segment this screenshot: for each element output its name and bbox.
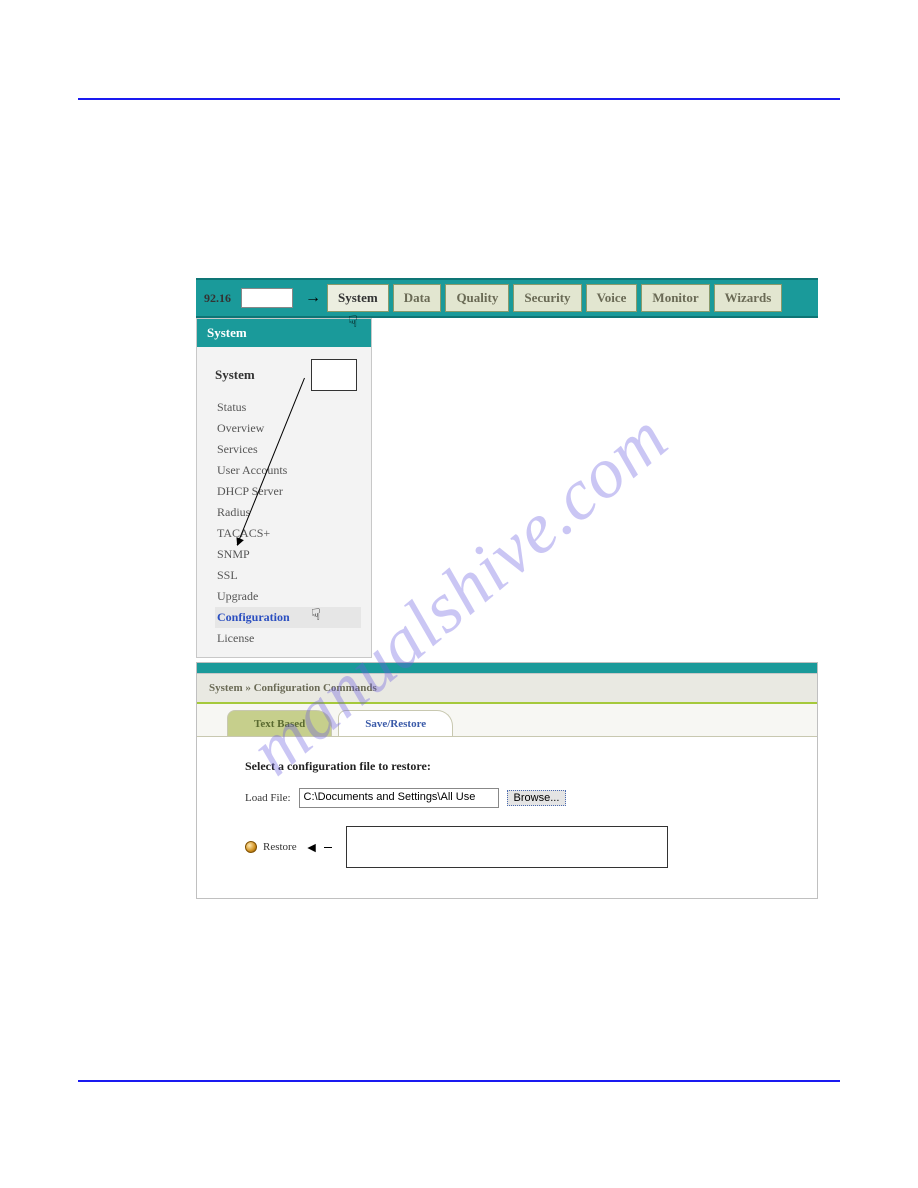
sidebar-item-user-accounts[interactable]: User Accounts [215, 460, 361, 481]
sidebar-item-configuration[interactable]: Configuration [215, 607, 361, 628]
ip-fragment: 92.16 [204, 291, 231, 306]
sidebar-item-radius[interactable]: Radius [215, 502, 361, 523]
sidebar-title-text: System [215, 367, 255, 383]
screenshot-config-commands: System » Configuration Commands Text Bas… [196, 662, 818, 899]
sidebar-item-upgrade[interactable]: Upgrade [215, 586, 361, 607]
sidebar-item-ssl[interactable]: SSL [215, 565, 361, 586]
arrow-right-icon: → [305, 289, 321, 307]
tab-quality[interactable]: Quality [445, 284, 509, 312]
bullet-icon [245, 841, 257, 853]
callout-box-large [346, 826, 668, 868]
callout-box-small [311, 359, 357, 391]
restore-row: Restore ◄ [245, 826, 787, 868]
screenshot-menubar-sidebar: 92.16 → System Data Quality Security Voi… [196, 278, 818, 318]
teal-strip [197, 663, 817, 673]
tab-system[interactable]: System [327, 284, 389, 312]
arrow-left-icon: ◄ [305, 839, 319, 855]
sidebar-item-dhcp-server[interactable]: DHCP Server [215, 481, 361, 502]
tab-wizards[interactable]: Wizards [714, 284, 783, 312]
annotation-line [324, 847, 332, 848]
load-file-row: Load File: C:\Documents and Settings\All… [245, 788, 787, 808]
top-rule [78, 98, 840, 100]
hand-cursor-icon: ☟ [348, 312, 358, 332]
load-file-input[interactable]: C:\Documents and Settings\All Use [299, 788, 499, 808]
breadcrumb: System » Configuration Commands [197, 673, 817, 704]
browse-button[interactable]: Browse... [507, 790, 567, 806]
tab-text-based[interactable]: Text Based [227, 710, 332, 736]
tab-save-restore[interactable]: Save/Restore [338, 710, 453, 736]
hand-cursor-icon: ☟ [311, 605, 321, 625]
sidebar-item-services[interactable]: Services [215, 439, 361, 460]
restore-panel: Select a configuration file to restore: … [197, 736, 817, 898]
top-menubar: 92.16 → System Data Quality Security Voi… [196, 278, 818, 318]
sidebar-item-snmp[interactable]: SNMP [215, 544, 361, 565]
sidebar-header: System [197, 319, 371, 347]
tab-monitor[interactable]: Monitor [641, 284, 709, 312]
sidebar-item-license[interactable]: License [215, 628, 361, 649]
tab-security[interactable]: Security [513, 284, 581, 312]
sidebar-system: System System Status Overview Services U… [196, 318, 372, 658]
restore-link[interactable]: Restore [263, 841, 297, 853]
load-file-label: Load File: [245, 792, 291, 804]
restore-heading: Select a configuration file to restore: [245, 759, 787, 774]
config-tabs: Text Based Save/Restore [197, 710, 817, 736]
bottom-rule [78, 1080, 840, 1082]
sidebar-title: System [215, 359, 361, 391]
ip-redacted-box [241, 288, 293, 308]
sidebar-item-overview[interactable]: Overview [215, 418, 361, 439]
tab-voice[interactable]: Voice [586, 284, 638, 312]
tab-data[interactable]: Data [393, 284, 442, 312]
